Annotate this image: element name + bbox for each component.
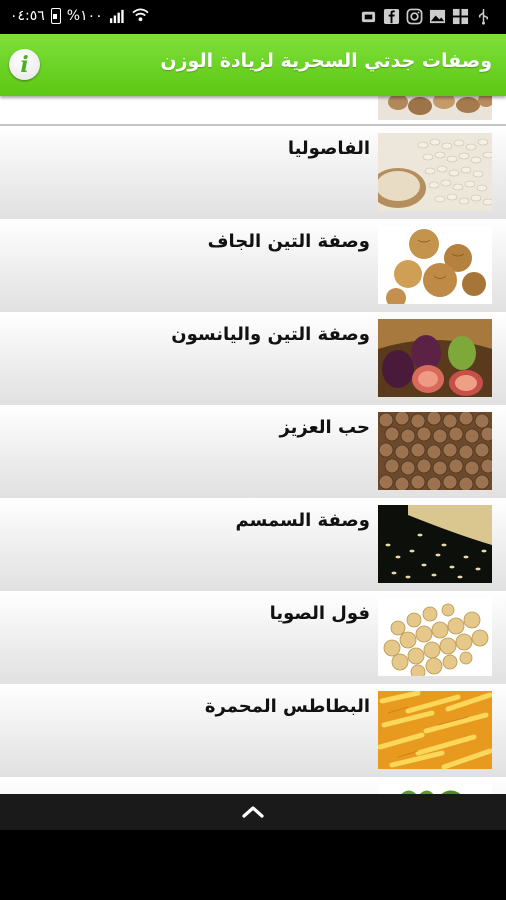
dried-figs-thumbnail <box>378 226 492 304</box>
image-icon <box>429 9 446 24</box>
battery-icon <box>50 7 61 24</box>
chevron-up-icon[interactable] <box>241 805 265 819</box>
recipe-name: وصفة التين الجاف <box>207 231 370 252</box>
fresh-figs-thumbnail <box>378 319 492 397</box>
signal-icon <box>109 9 124 24</box>
bottom-bar <box>0 794 506 830</box>
instagram-icon <box>406 8 423 25</box>
status-time: ٠٤:٥٦ <box>10 7 45 24</box>
system-nav-area <box>0 830 506 900</box>
stack-icon <box>361 11 376 23</box>
herbs-thumbnail <box>378 784 492 794</box>
list-item[interactable]: الفاصوليا <box>0 126 506 220</box>
battery-level: %١٠٠ <box>66 7 103 24</box>
recipe-list[interactable]: الفاصوليا وصفة التين الجاف وصفة التين وا… <box>0 96 506 794</box>
tiger-nuts-thumbnail <box>378 412 492 490</box>
recipe-name: حب العزيز <box>279 417 370 438</box>
status-bar: ٠٤:٥٦ %١٠٠ <box>0 0 506 34</box>
info-button[interactable]: i <box>9 49 40 80</box>
fries-thumbnail <box>378 691 492 769</box>
info-icon: i <box>20 51 29 78</box>
list-item-partial[interactable] <box>0 96 506 126</box>
usb-icon <box>478 8 489 25</box>
facebook-icon <box>383 8 400 25</box>
status-left: ٠٤:٥٦ %١٠٠ <box>10 7 149 24</box>
wifi-icon <box>132 8 149 22</box>
walnuts-thumbnail <box>378 96 492 120</box>
soybeans-thumbnail <box>378 598 492 676</box>
gallery-icon <box>452 8 469 25</box>
recipe-name: وصفة التين واليانسون <box>171 324 370 345</box>
recipe-name: البطاطس المحمرة <box>204 696 370 717</box>
list-item[interactable]: وصفة التين الجاف <box>0 219 506 313</box>
recipe-name: وصفة السمسم <box>235 510 370 531</box>
app-title: وصفات جدتي السحرية لزيادة الوزن <box>160 50 492 72</box>
beans-thumbnail <box>378 133 492 211</box>
recipe-name: الفاصوليا <box>287 138 370 159</box>
list-item[interactable]: البطاطس المحمرة <box>0 684 506 778</box>
list-item[interactable]: فول الصويا <box>0 591 506 685</box>
list-item-partial[interactable] <box>0 777 506 794</box>
notification-icons <box>360 8 492 25</box>
list-item[interactable]: وصفة التين واليانسون <box>0 312 506 406</box>
recipe-name: فول الصويا <box>269 603 370 624</box>
app-bar: وصفات جدتي السحرية لزيادة الوزن i <box>0 34 506 96</box>
list-item[interactable]: حب العزيز <box>0 405 506 499</box>
sesame-thumbnail <box>378 505 492 583</box>
list-item[interactable]: وصفة السمسم <box>0 498 506 592</box>
